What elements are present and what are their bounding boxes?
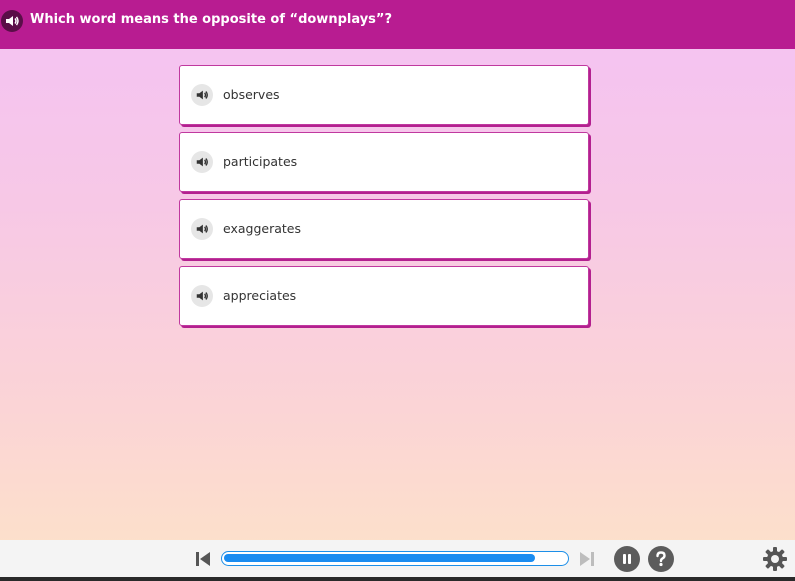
help-icon: [656, 551, 666, 567]
speaker-icon: [6, 16, 19, 26]
answer-speaker-button[interactable]: [191, 218, 213, 240]
answer-speaker-button[interactable]: [191, 84, 213, 106]
answer-label: observes: [223, 87, 280, 102]
answer-label: participates: [223, 154, 298, 169]
speaker-icon: [196, 90, 208, 100]
pause-icon: [623, 554, 631, 564]
help-button[interactable]: [648, 546, 674, 572]
answer-option[interactable]: participates: [179, 132, 589, 192]
speaker-icon: [196, 157, 208, 167]
answer-option[interactable]: observes: [179, 65, 589, 125]
pause-button[interactable]: [614, 546, 640, 572]
progress-bar[interactable]: [221, 551, 569, 566]
skip-back-button[interactable]: [193, 549, 213, 569]
answer-speaker-button[interactable]: [191, 285, 213, 307]
answer-label: appreciates: [223, 288, 297, 303]
question-speaker-button[interactable]: [1, 10, 23, 32]
skip-back-icon: [196, 552, 210, 566]
question-text: Which word means the opposite of “downpl…: [30, 12, 393, 27]
bottom-edge: [0, 577, 795, 581]
skip-forward-button[interactable]: [577, 549, 597, 569]
question-header: Which word means the opposite of “downpl…: [0, 0, 795, 49]
speaker-icon: [196, 224, 208, 234]
answer-label: exaggerates: [223, 221, 301, 236]
skip-forward-icon: [580, 552, 594, 566]
settings-button[interactable]: [762, 546, 788, 572]
speaker-icon: [196, 291, 208, 301]
answer-option[interactable]: appreciates: [179, 266, 589, 326]
gear-icon: [763, 547, 787, 571]
answer-option[interactable]: exaggerates: [179, 199, 589, 259]
progress-fill: [224, 554, 535, 562]
answer-speaker-button[interactable]: [191, 151, 213, 173]
